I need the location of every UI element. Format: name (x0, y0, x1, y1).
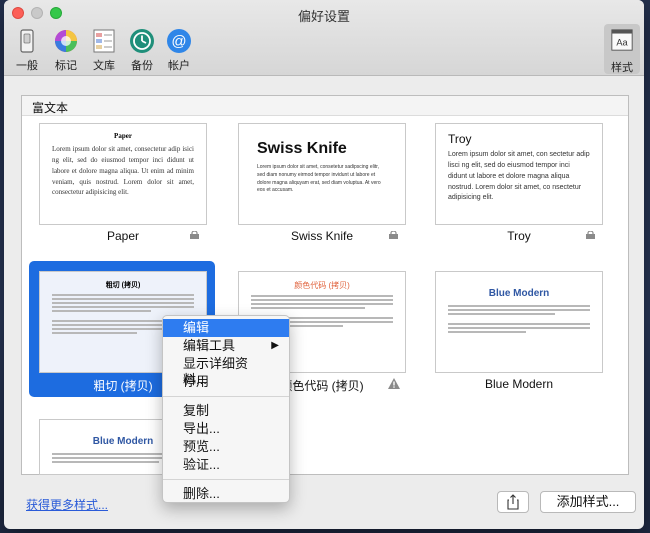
thumbnail-body: Lorem ipsum dolor sit amet, consectetur … (52, 145, 194, 197)
share-icon (507, 494, 519, 510)
svg-text:@: @ (171, 33, 186, 50)
window-title: 偏好设置 (297, 9, 350, 24)
menu-separator (163, 479, 289, 480)
toolbar-item-label: 标记 (55, 60, 77, 72)
style-thumbnail: Troy Lorem ipsum dolor sit amet, con sec… (435, 123, 603, 225)
menu-separator (163, 396, 289, 397)
style-name: Swiss Knife (290, 229, 354, 243)
lock-icon (389, 231, 398, 239)
style-name: Paper (106, 229, 140, 243)
thumbnail-text-lines (448, 305, 590, 333)
toolbar-item-label: 一般 (16, 60, 38, 72)
lock-icon (190, 231, 199, 239)
menu-item-export[interactable]: 导出... (163, 420, 289, 438)
warning-icon (388, 378, 400, 389)
style-thumbnail: Swiss Knife Lorem ipsum dolor sit amet, … (238, 123, 406, 225)
style-name: Blue Modern (484, 377, 554, 391)
context-menu: 编辑 编辑工具 ▶ 显示详细资料... 停用 复制 导出... 预览... 验证… (162, 315, 290, 503)
preferences-window: 偏好设置 一般 标记 文库 备份 @ 帐户 Aa 样式 富文本 Paper Lo… (4, 0, 644, 529)
toolbar-item-styles[interactable]: Aa 样式 (604, 24, 640, 74)
menu-item-edit[interactable]: 编辑 (163, 319, 289, 337)
toolbar-item-tags[interactable]: 标记 (49, 28, 83, 73)
menu-item-edit-tools[interactable]: 编辑工具 ▶ (163, 337, 289, 355)
thumbnail-body: Lorem ipsum dolor sit amet, consetetur s… (257, 164, 381, 194)
share-button[interactable] (497, 491, 529, 513)
styles-panel: 富文本 Paper Lorem ipsum dolor sit amet, co… (21, 95, 629, 475)
toolbar-item-label: 样式 (611, 62, 633, 74)
switch-icon (20, 29, 34, 53)
thumbnail-title: Paper (114, 132, 132, 140)
toolbar-item-account[interactable]: @ 帐户 (162, 28, 196, 73)
toolbar-item-label: 文库 (93, 60, 115, 72)
at-icon: @ (167, 29, 191, 53)
thumbnail-title: 颜色代码 (拷贝) (294, 281, 350, 290)
menu-item-disable[interactable]: 停用 (163, 373, 289, 391)
toolbar-item-general[interactable]: 一般 (10, 28, 44, 73)
thumbnail-title: Swiss Knife (257, 140, 347, 157)
toolbar-item-label: 备份 (131, 60, 153, 72)
menu-item-label: 编辑工具 (183, 338, 236, 353)
thumbnail-title: 粗切 (拷贝) (105, 282, 141, 289)
submenu-arrow-icon: ▶ (271, 340, 279, 351)
style-thumbnail: Blue Modern (435, 271, 603, 373)
toolbar-item-library[interactable]: 文库 (87, 28, 121, 73)
menu-item-show-details[interactable]: 显示详细资料... (163, 355, 289, 387)
svg-text:Aa: Aa (616, 38, 628, 48)
lock-icon (586, 231, 595, 239)
menu-item-preview[interactable]: 预览... (163, 438, 289, 456)
library-icon (93, 29, 115, 53)
styles-icon: Aa (611, 29, 633, 51)
section-title: 富文本 (22, 96, 628, 116)
style-name: Troy (507, 229, 531, 243)
style-thumbnail: Paper Lorem ipsum dolor sit amet, consec… (39, 123, 207, 225)
color-wheel-icon (55, 30, 77, 52)
thumbnail-body: Lorem ipsum dolor sit amet, con sectetur… (448, 151, 590, 202)
thumbnail-title: Troy (448, 132, 472, 146)
menu-item-validate[interactable]: 验证... (163, 456, 289, 474)
backup-icon (130, 29, 154, 53)
thumbnail-title: Blue Modern (488, 288, 550, 299)
toolbar: 偏好设置 一般 标记 文库 备份 @ 帐户 Aa 样式 (4, 0, 644, 76)
toolbar-item-backup[interactable]: 备份 (125, 28, 159, 73)
get-more-styles-link[interactable]: 获得更多样式... (26, 496, 108, 513)
menu-item-duplicate[interactable]: 复制 (163, 402, 289, 420)
add-style-button[interactable]: 添加样式... (540, 491, 636, 513)
toolbar-item-label: 帐户 (168, 60, 190, 72)
menu-item-delete[interactable]: 删除... (163, 485, 289, 503)
